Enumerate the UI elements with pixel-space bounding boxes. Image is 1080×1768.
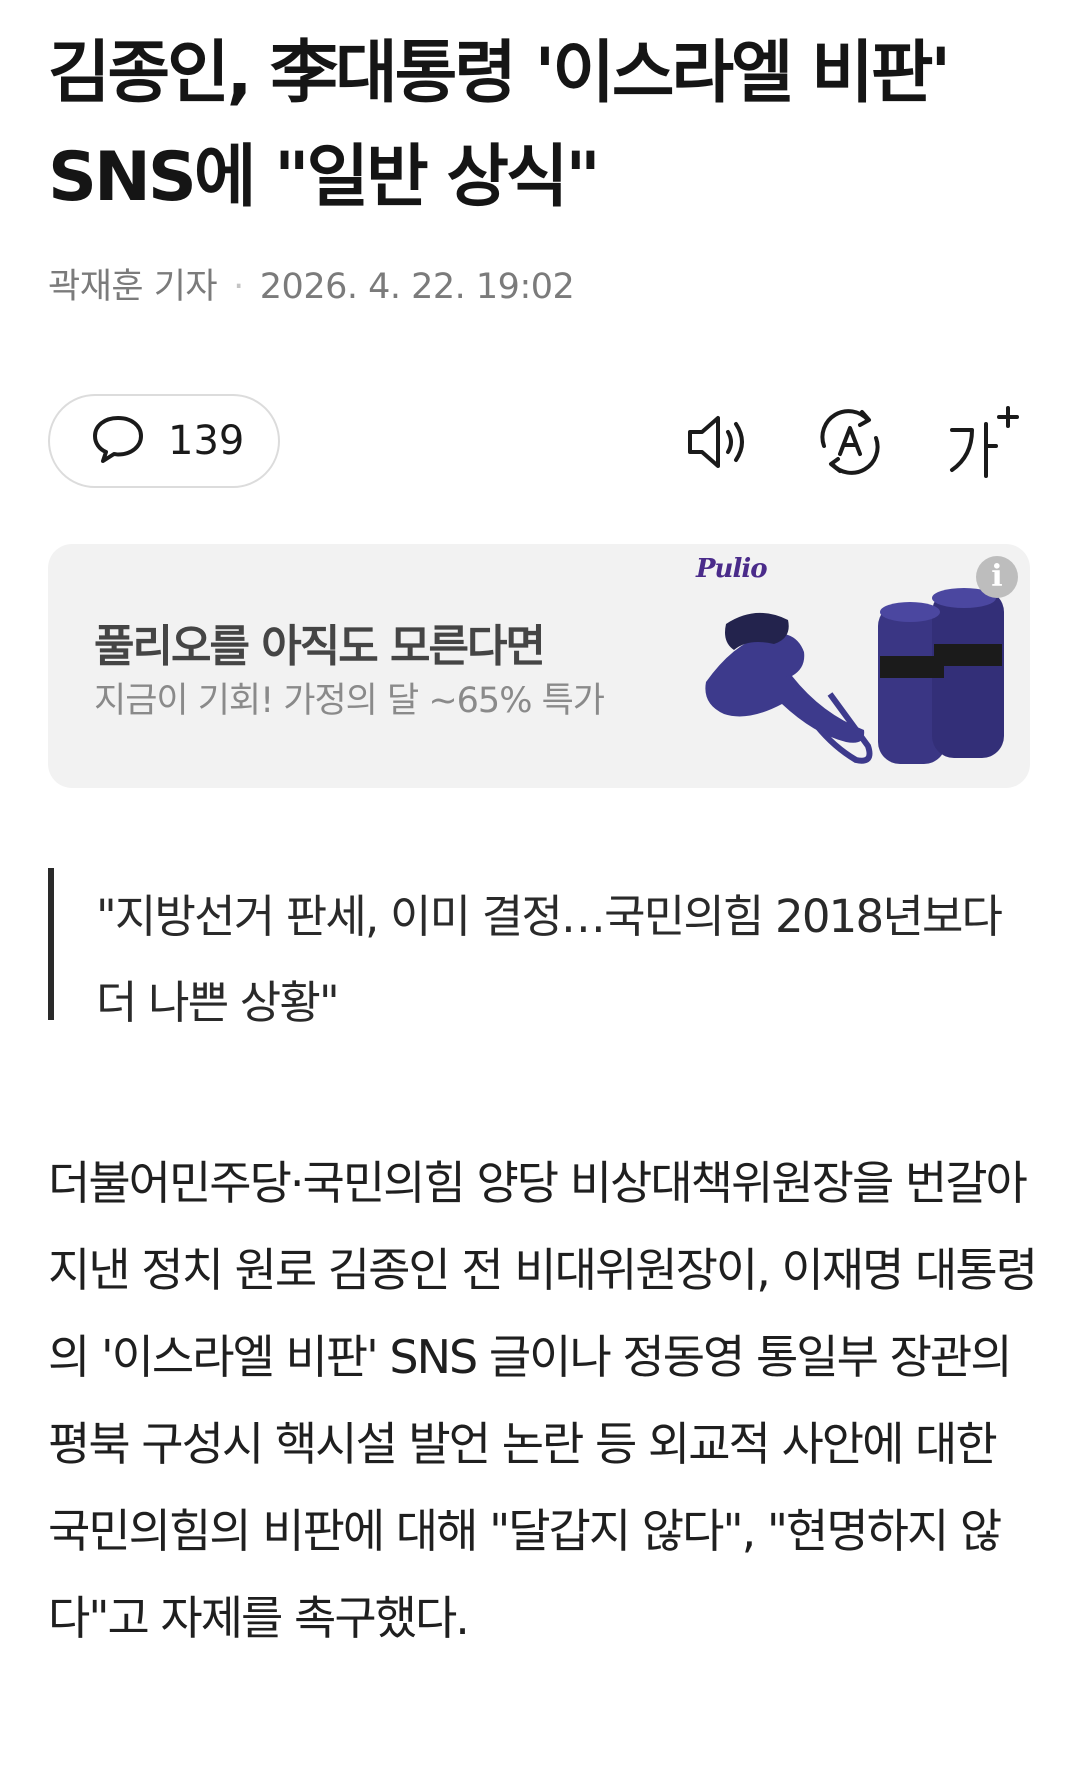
ad-title: 풀리오를 아직도 모른다면	[94, 621, 546, 672]
subheadline-text: "지방선거 판세, 이미 결정…국민의힘 2018년보다 더 나쁜 상황"	[96, 890, 1003, 1029]
article-subheadline: "지방선거 판세, 이미 결정…국민의힘 2018년보다 더 나쁜 상황"	[48, 868, 1028, 1029]
ad-brand-logo: Pulio	[696, 554, 768, 584]
ad-info-icon[interactable]: i	[976, 556, 1018, 598]
speaker-icon	[688, 416, 744, 468]
comment-count: 139	[168, 418, 245, 464]
reporter-name[interactable]: 곽재훈 기자	[48, 267, 218, 307]
font-size-button[interactable]	[944, 404, 1020, 480]
article-meta: 곽재훈 기자 · 2026. 4. 22. 19:02	[48, 262, 575, 312]
article-body: 더불어민주당·국민의힘 양당 비상대책위원장을 번갈아 지낸 정치 원로 김종인…	[48, 1156, 1038, 1645]
comment-icon	[90, 412, 146, 470]
font-size-icon	[950, 406, 1019, 478]
article-page: 김종인, 李대통령 '이스라엘 비판' SNS에 "일반 상식" 곽재훈 기자 ·…	[0, 0, 1080, 1768]
speaker-button[interactable]	[680, 404, 756, 480]
separator-dot: ·	[233, 267, 244, 307]
ad-banner[interactable]: 풀리오를 아직도 모른다면 지금이 기회! 가정의 달 ~65% 특가 Puli…	[48, 544, 1030, 788]
translate-icon	[820, 409, 880, 475]
article-headline: 김종인, 李대통령 '이스라엘 비판' SNS에 "일반 상식"	[48, 34, 951, 217]
massager-product-image	[705, 588, 1004, 764]
publish-datetime: 2026. 4. 22. 19:02	[259, 267, 575, 307]
translate-button[interactable]	[812, 404, 888, 480]
comment-button[interactable]: 139	[48, 394, 280, 488]
ad-subtitle: 지금이 기회! 가정의 달 ~65% 특가	[94, 681, 605, 721]
